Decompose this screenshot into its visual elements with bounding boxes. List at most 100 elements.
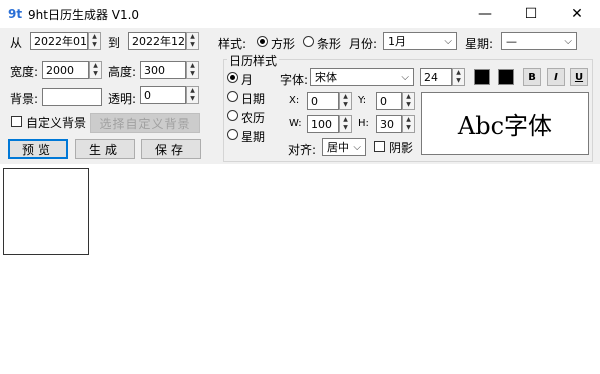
opacity-label: 透明: — [108, 92, 137, 106]
font-color-swatch[interactable] — [474, 69, 490, 85]
spin-down-icon[interactable]: ▼ — [403, 101, 414, 109]
font-size-field[interactable]: 24 — [420, 68, 452, 86]
calendar-style-radio-weekday[interactable] — [227, 129, 238, 140]
align-value: 居中 — [327, 141, 349, 154]
font-value: 宋体 — [315, 71, 337, 84]
calendar-style-radio-month[interactable] — [227, 72, 238, 83]
calendar-style-radio-date[interactable] — [227, 91, 238, 102]
maximize-icon: ☐ — [524, 6, 538, 22]
from-date-field[interactable]: 2022年01月 — [30, 32, 88, 50]
shadow-color-swatch[interactable] — [498, 69, 514, 85]
minimize-icon: — — [478, 6, 492, 22]
calendar-style-option-lunar: 农历 — [241, 111, 266, 125]
font-select[interactable]: 宋体 ⌵ — [310, 68, 414, 86]
spin-up-icon[interactable]: ▲ — [187, 33, 198, 41]
spin-down-icon[interactable]: ▼ — [403, 124, 414, 132]
opacity-spinner[interactable]: ▲ ▼ — [186, 86, 199, 104]
weekday-value: — — [506, 35, 517, 48]
spin-down-icon[interactable]: ▼ — [453, 77, 464, 85]
spin-up-icon[interactable]: ▲ — [453, 69, 464, 77]
calendar-preview-canvas — [3, 168, 89, 255]
w-spinner[interactable]: ▲ ▼ — [339, 115, 352, 133]
calendar-style-option-date: 日期 — [241, 92, 266, 106]
font-label: 字体: — [280, 73, 309, 87]
h-field[interactable]: 30 — [376, 115, 402, 133]
background-color-field[interactable] — [42, 88, 102, 106]
chevron-down-icon: ⌵ — [564, 36, 572, 47]
y-spinner[interactable]: ▲ ▼ — [402, 92, 415, 110]
month-value: 1月 — [388, 35, 406, 48]
spin-down-icon[interactable]: ▼ — [90, 70, 101, 78]
from-label: 从 — [10, 36, 23, 50]
spin-down-icon[interactable]: ▼ — [340, 124, 351, 132]
spin-down-icon[interactable]: ▼ — [187, 41, 198, 49]
height-spinner[interactable]: ▲ ▼ — [186, 61, 199, 79]
spin-down-icon[interactable]: ▼ — [187, 95, 198, 103]
align-select[interactable]: 居中 ⌵ — [322, 138, 366, 156]
weekday-select[interactable]: — ⌵ — [501, 32, 577, 50]
spin-up-icon[interactable]: ▲ — [187, 62, 198, 70]
x-field[interactable]: 0 — [307, 92, 339, 110]
spin-down-icon[interactable]: ▼ — [340, 101, 351, 109]
font-preview-box: Abc字体 — [421, 92, 589, 155]
opacity-field[interactable]: 0 — [140, 86, 186, 104]
spin-up-icon[interactable]: ▲ — [90, 62, 101, 70]
x-label: X: — [289, 95, 300, 106]
window-title: 9ht日历生成器 V1.0 — [28, 8, 140, 22]
month-label: 月份: — [349, 37, 378, 51]
close-button[interactable]: ✕ — [554, 0, 600, 28]
spin-up-icon[interactable]: ▲ — [340, 116, 351, 124]
title-bar: 9t 9ht日历生成器 V1.0 — ☐ ✕ — [0, 0, 600, 28]
calendar-style-group-label: 日历样式 — [227, 52, 280, 69]
underline-button[interactable]: U — [570, 68, 588, 86]
weekday-label: 星期: — [465, 37, 494, 51]
spin-up-icon[interactable]: ▲ — [403, 93, 414, 101]
height-field[interactable]: 300 — [140, 61, 186, 79]
height-label: 高度: — [108, 65, 137, 79]
generate-button[interactable]: 生成 — [75, 139, 135, 159]
bold-button[interactable]: B — [523, 68, 541, 86]
spin-down-icon[interactable]: ▼ — [89, 41, 100, 49]
w-label: W: — [289, 118, 302, 129]
style-option-square: 方形 — [271, 37, 296, 51]
to-date-field[interactable]: 2022年12月 — [128, 32, 186, 50]
y-field[interactable]: 0 — [376, 92, 402, 110]
x-spinner[interactable]: ▲ ▼ — [339, 92, 352, 110]
custom-background-label: 自定义背景 — [26, 116, 87, 130]
to-date-spinner[interactable]: ▲ ▼ — [186, 32, 199, 50]
y-label: Y: — [358, 95, 367, 106]
custom-background-checkbox[interactable] — [11, 116, 22, 127]
shadow-checkbox[interactable] — [374, 141, 385, 152]
style-radio-square[interactable] — [257, 36, 268, 47]
spin-up-icon[interactable]: ▲ — [340, 93, 351, 101]
spin-up-icon[interactable]: ▲ — [187, 87, 198, 95]
spin-down-icon[interactable]: ▼ — [187, 70, 198, 78]
font-size-spinner[interactable]: ▲ ▼ — [452, 68, 465, 86]
calendar-style-radio-lunar[interactable] — [227, 110, 238, 121]
italic-button[interactable]: I — [547, 68, 565, 86]
preview-button[interactable]: 预览 — [8, 139, 68, 159]
maximize-button[interactable]: ☐ — [508, 0, 554, 28]
h-spinner[interactable]: ▲ ▼ — [402, 115, 415, 133]
spin-up-icon[interactable]: ▲ — [89, 33, 100, 41]
width-field[interactable]: 2000 — [42, 61, 89, 79]
background-label: 背景: — [10, 92, 39, 106]
month-select[interactable]: 1月 ⌵ — [383, 32, 457, 50]
h-label: H: — [358, 118, 369, 129]
font-preview-text: Abc字体 — [457, 112, 553, 140]
save-button[interactable]: 保存 — [141, 139, 201, 159]
minimize-button[interactable]: — — [462, 0, 508, 28]
chevron-down-icon: ⌵ — [353, 142, 361, 153]
from-date-spinner[interactable]: ▲ ▼ — [88, 32, 101, 50]
style-radio-bar[interactable] — [303, 36, 314, 47]
close-icon: ✕ — [571, 6, 583, 22]
chevron-down-icon: ⌵ — [444, 36, 452, 47]
app-icon: 9t — [8, 7, 23, 21]
width-spinner[interactable]: ▲ ▼ — [89, 61, 102, 79]
width-label: 宽度: — [10, 65, 39, 79]
style-label: 样式: — [218, 37, 247, 51]
spin-up-icon[interactable]: ▲ — [403, 116, 414, 124]
w-field[interactable]: 100 — [307, 115, 339, 133]
style-option-bar: 条形 — [317, 37, 342, 51]
choose-background-button[interactable]: 选择自定义背景 — [90, 113, 200, 133]
